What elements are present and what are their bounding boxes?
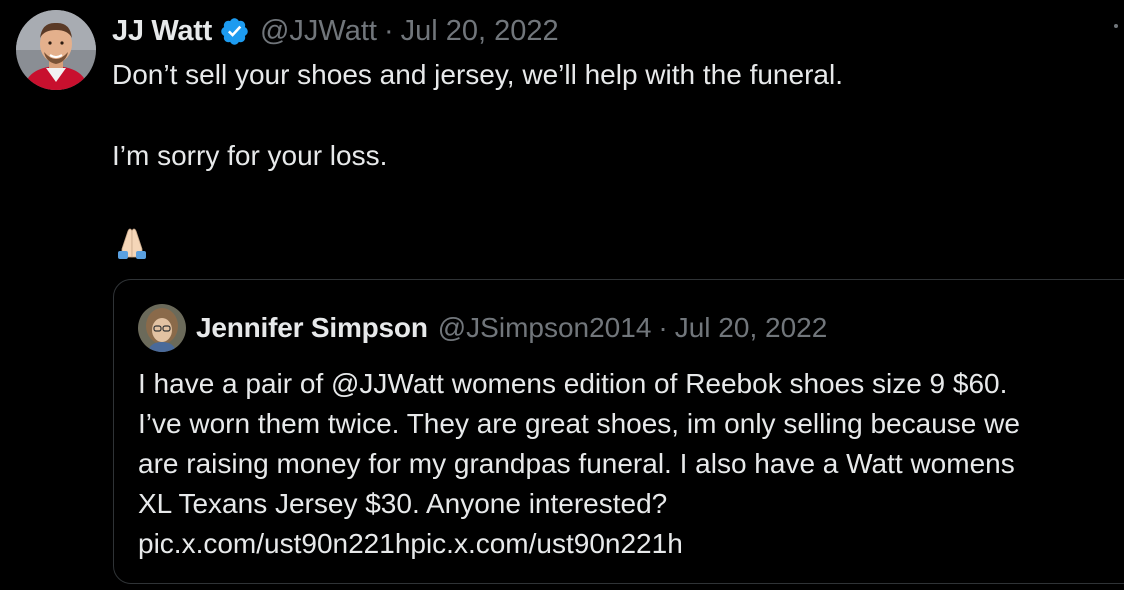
quote-author-avatar[interactable] xyxy=(138,304,186,352)
quoted-tweet[interactable]: Jennifer Simpson @JSimpson2014 · Jul 20,… xyxy=(113,279,1124,584)
tweet[interactable]: JJ Watt @JJWatt · Jul 20, 2022 Don’t sel… xyxy=(0,0,1124,590)
tweet-date[interactable]: Jul 20, 2022 xyxy=(401,15,559,48)
quote-media-link[interactable]: pic.x.com/ust90n221hpic.x.com/ust90n221h xyxy=(138,524,1118,564)
folded-hands-icon xyxy=(112,221,152,261)
author-name[interactable]: JJ Watt xyxy=(112,15,212,48)
quote-text-line: XL Texans Jersey $30. Anyone interested? xyxy=(138,488,668,519)
quote-date[interactable]: Jul 20, 2022 xyxy=(675,312,828,344)
more-options-icon[interactable] xyxy=(1110,24,1122,40)
quote-text: I have a pair of @JJWatt womens edition … xyxy=(138,364,1118,564)
quote-author-name[interactable]: Jennifer Simpson xyxy=(196,312,428,344)
quote-text-line: I’ve worn them twice. They are great sho… xyxy=(138,408,1020,439)
tweet-header: JJ Watt @JJWatt · Jul 20, 2022 xyxy=(112,12,559,50)
quote-header: Jennifer Simpson @JSimpson2014 · Jul 20,… xyxy=(196,310,827,346)
tweet-text-line: Don’t sell your shoes and jersey, we’ll … xyxy=(112,59,843,90)
jj-watt-avatar-image xyxy=(16,10,96,90)
verified-badge-icon[interactable] xyxy=(219,16,250,47)
author-avatar[interactable] xyxy=(16,10,96,90)
tweet-text: Don’t sell your shoes and jersey, we’ll … xyxy=(112,55,1112,272)
tweet-text-line: I’m sorry for your loss. xyxy=(112,140,388,171)
quote-text-line: are raising money for my grandpas funera… xyxy=(138,448,1015,479)
separator-dot: · xyxy=(383,14,394,47)
quote-author-handle[interactable]: @JSimpson2014 xyxy=(438,312,652,344)
quote-text-line: I have a pair of @JJWatt womens edition … xyxy=(138,368,1008,399)
jennifer-simpson-avatar-image xyxy=(138,304,186,352)
author-handle[interactable]: @JJWatt xyxy=(260,15,377,48)
quote-separator-dot: · xyxy=(658,312,668,343)
